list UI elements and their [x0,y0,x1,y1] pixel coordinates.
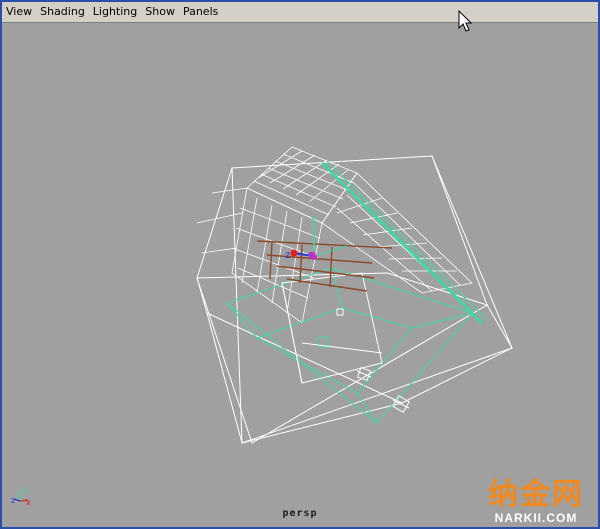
view-axis-indicator: y z x [11,485,31,507]
menu-lighting[interactable]: Lighting [89,2,141,22]
axis-y-label: y [22,485,27,494]
watermark-logo-text: 纳金网 [488,477,584,512]
curve-lines[interactable] [256,240,393,292]
manipulator-y-label: y [311,214,317,225]
watermark-domain: NARKII.COM [494,511,578,525]
menu-show[interactable]: Show [141,2,179,22]
manipulator-z-label: z [285,250,290,261]
maya-viewport-panel: View Shading Lighting Show Panels y z y … [0,0,600,529]
axis-x-label: x [26,498,31,507]
menu-shading[interactable]: Shading [36,2,89,22]
menu-view[interactable]: View [2,2,36,22]
mouse-cursor-icon [458,9,473,36]
inner-box-wireframe[interactable] [281,272,383,384]
wireframe-scene[interactable]: y z y z x [2,23,598,529]
axis-z-label: z [11,496,15,505]
perspective-viewport[interactable]: y z y z x persp [2,23,598,527]
menu-panels[interactable]: Panels [179,2,222,22]
panel-menu-bar: View Shading Lighting Show Panels [2,2,598,23]
site-watermark: 纳金网 NARKII.COM [488,477,584,526]
outer-cube-wireframe[interactable] [196,155,513,444]
